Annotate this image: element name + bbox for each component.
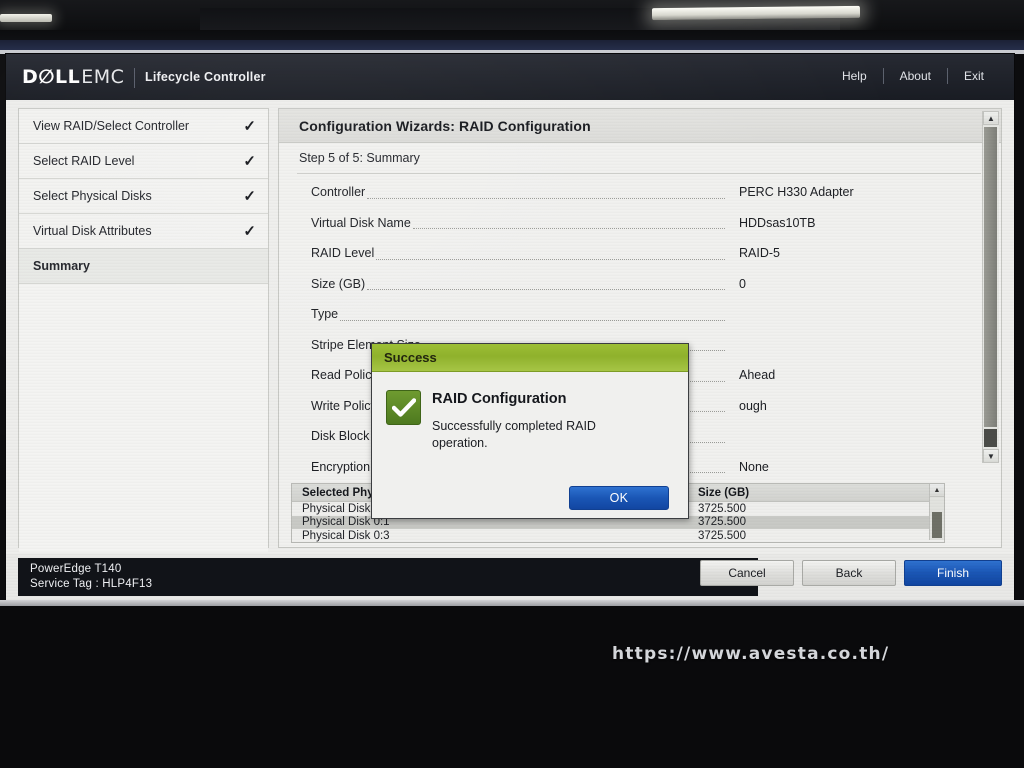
check-icon: ✓ [243,117,256,135]
dialog-body: RAID Configuration Successfully complete… [372,372,688,517]
leader-dots [340,308,725,321]
summary-value: PERC H330 Adapter [739,185,854,200]
cell-disk-size: 3725.500 [698,516,746,529]
lifecycle-controller-app: D∅LL EMC Lifecycle Controller Help About… [6,54,1014,602]
sidebar-item-select-physical-disks[interactable]: Select Physical Disks ✓ [19,179,268,214]
summary-row-type: Type [291,299,989,330]
sidebar-item-select-raid-level[interactable]: Select RAID Level ✓ [19,144,268,179]
ok-button[interactable]: OK [569,486,669,510]
summary-label: Type [311,307,339,322]
content-scrollbar-thumb[interactable] [984,127,997,427]
page-title: Configuration Wizards: RAID Configuratio… [279,109,1001,143]
cell-disk-size: 3725.500 [698,529,746,542]
summary-value: 0 [739,276,746,291]
step-indicator: Step 5 of 5: Summary [299,151,420,165]
leader-dots [367,277,725,291]
summary-label: RAID Level [311,246,375,261]
dialog-message: Successfully completed RAID operation. [432,419,596,450]
leader-dots [367,186,725,199]
header-links: Help About Exit [826,68,1000,84]
app-header: D∅LL EMC Lifecycle Controller Help About… [6,54,1014,100]
system-model: PowerEdge T140 [30,563,122,575]
service-tag: Service Tag : HLP4F13 [30,578,153,590]
summary-label: Size (GB) [311,276,366,291]
column-header-size: Size (GB) [698,486,750,499]
leader-dots [412,216,725,230]
dell-wordmark: D∅LL [22,66,81,88]
summary-value: RAID-5 [739,246,780,261]
dialog-heading: RAID Configuration [432,391,567,407]
sidebar-item-virtual-disk-attributes[interactable]: Virtual Disk Attributes ✓ [19,214,268,249]
sidebar-item-label: Select RAID Level [33,154,135,168]
success-dialog: Success RAID Configuration Successfully … [371,343,689,519]
table-scrollbar-thumb[interactable] [932,512,942,538]
back-button[interactable]: Back [802,560,896,586]
dialog-title: Success [372,344,688,372]
table-row[interactable]: Physical Disk 0:3 3725.500 [292,529,944,542]
ceiling-light [651,5,861,21]
sidebar-item-label: Select Physical Disks [33,189,152,203]
summary-value: ough [739,398,767,413]
cell-disk-size: 3725.500 [698,502,746,515]
content-divider [297,173,981,174]
check-icon [386,390,421,425]
sidebar-item-summary[interactable]: Summary [19,249,268,284]
ceiling-light-secondary [0,14,52,22]
desk-area [0,606,1024,768]
check-icon: ✓ [243,222,256,240]
table-scrollbar[interactable]: ▲ [929,484,944,540]
finish-button[interactable]: Finish [904,560,1002,586]
check-icon: ✓ [243,152,256,170]
sidebar-item-label: View RAID/Select Controller [33,119,190,133]
help-link[interactable]: Help [826,69,883,83]
cancel-button[interactable]: Cancel [700,560,794,586]
app-title: Lifecycle Controller [145,70,266,84]
content-scrollbar-thumb-end[interactable] [984,429,997,447]
scroll-up-icon[interactable]: ▲ [983,111,999,125]
summary-row-virtual-disk-name: Virtual Disk Name HDDsas10TB [291,208,989,239]
sidebar-item-label: Summary [33,259,90,273]
summary-value: None [739,459,769,474]
app-body: View RAID/Select Controller ✓ Select RAI… [6,100,1014,554]
system-info: PowerEdge T140 Service Tag : HLP4F13 [18,558,758,596]
summary-value: Ahead [739,368,776,383]
app-footer: PowerEdge T140 Service Tag : HLP4F13 Can… [6,554,1014,602]
summary-row-size: Size (GB) 0 [291,269,989,300]
emc-wordmark: EMC [81,66,125,88]
sidebar-item-label: Virtual Disk Attributes [33,224,152,238]
watermark: https://www.avesta.co.th/ [612,644,890,664]
wizard-step-nav: View RAID/Select Controller ✓ Select RAI… [18,108,269,552]
exit-link[interactable]: Exit [948,69,1000,83]
about-link[interactable]: About [884,69,947,83]
check-icon: ✓ [243,187,256,205]
summary-label: Read Policy [311,368,378,383]
sidebar-item-view-raid-select-controller[interactable]: View RAID/Select Controller ✓ [19,109,268,144]
summary-value: HDDsas10TB [739,215,816,230]
header-divider [134,68,135,88]
summary-label: Controller [311,185,366,200]
summary-row-controller: Controller PERC H330 Adapter [291,177,989,208]
leader-dots [376,247,725,260]
footer-buttons: Cancel Back Finish [700,560,1002,586]
nav-empty-area [19,284,268,552]
scroll-up-icon[interactable]: ▲ [930,484,944,497]
summary-label: Virtual Disk Name [311,215,411,230]
dell-emc-logo: D∅LL EMC [22,66,124,88]
monitor-bezel-top [0,40,1024,50]
summary-row-raid-level: RAID Level RAID-5 [291,238,989,269]
content-scrollbar[interactable]: ▲ ▼ [982,111,999,463]
summary-label: Write Policy [311,398,377,413]
scroll-down-icon[interactable]: ▼ [983,449,999,463]
monitor-screen: D∅LL EMC Lifecycle Controller Help About… [0,54,1024,606]
cell-disk-name: Physical Disk 0:3 [302,529,390,542]
